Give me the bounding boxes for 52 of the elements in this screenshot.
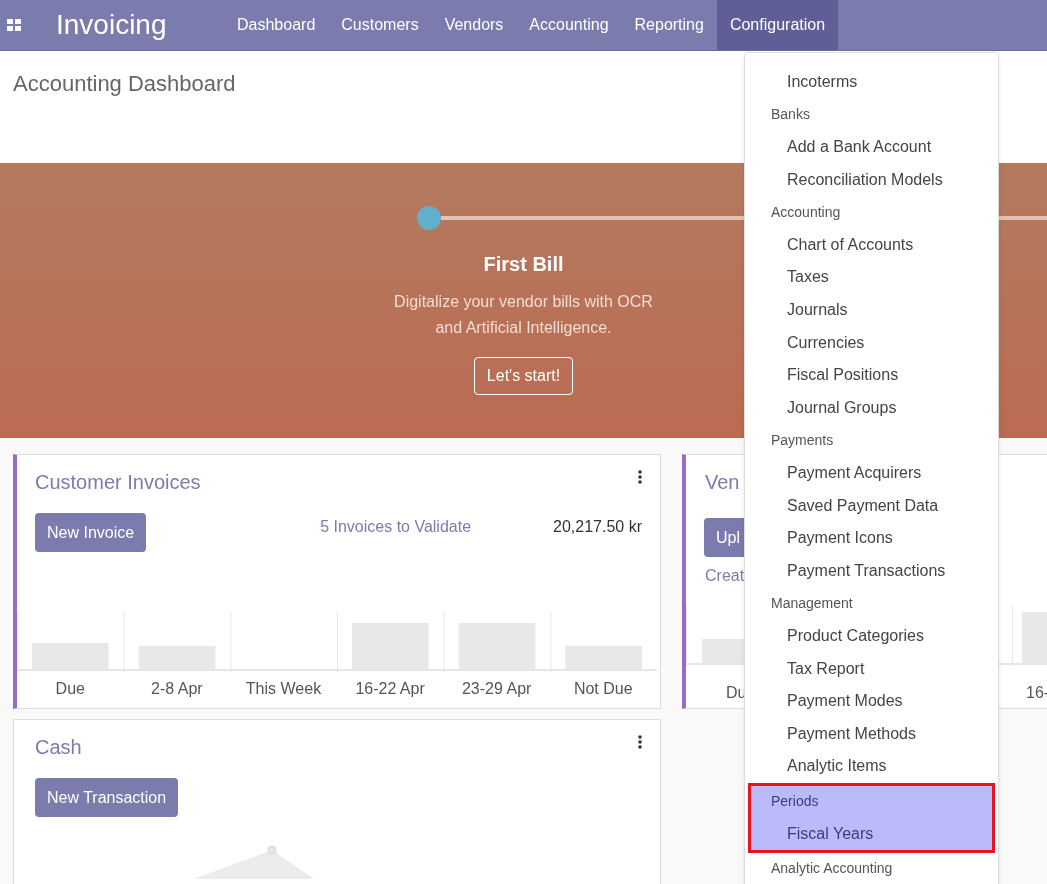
chart-label: 16-22 Apr <box>354 679 426 699</box>
chart-label: This Week <box>244 679 323 699</box>
menu-section-header: Analytic Accounting <box>770 859 894 879</box>
menu-item[interactable]: Saved Payment Data <box>745 489 998 522</box>
menu-item[interactable]: Journal Groups <box>745 391 998 425</box>
create-link[interactable]: Creat <box>705 564 745 588</box>
upload-button[interactable]: Upl <box>704 518 744 557</box>
nav-menu-item[interactable]: Dashboard <box>224 0 329 50</box>
menu-item[interactable]: Analytic Items <box>745 750 998 783</box>
nav-menu-item[interactable]: Accounting <box>516 0 622 50</box>
menu-item[interactable]: Journals <box>745 293 998 327</box>
menu-item[interactable]: Payment Icons <box>745 521 998 555</box>
page-title: Accounting Dashboard <box>13 70 236 98</box>
menu-item[interactable]: Chart of Accounts <box>745 228 998 262</box>
card-title: Ven <box>705 470 740 495</box>
menu-item[interactable]: Currencies <box>745 326 998 359</box>
menu-item[interactable]: Payment Methods <box>745 717 998 751</box>
app-title: Invoicing <box>56 8 168 42</box>
menu-item[interactable]: Taxes <box>745 261 998 294</box>
menu-section-header: Payments <box>770 430 835 450</box>
nav-menu-item[interactable]: Reporting <box>621 0 717 50</box>
step-description: Digitalize your vendor bills with OCR and Artificial Intelligence. <box>393 292 654 338</box>
menu-section-header: Banks <box>770 105 811 124</box>
menu-item[interactable]: Payment Acquirers <box>745 456 998 490</box>
new-transaction-button[interactable]: New Transaction <box>35 778 179 817</box>
menu-item[interactable]: Payment Modes <box>745 684 998 718</box>
lets-start-button[interactable]: Let's start! <box>473 357 574 395</box>
validate-invoices-link[interactable]: 5 Invoices to Validate <box>320 515 472 539</box>
menu-item[interactable]: Add a Bank Account <box>745 130 998 164</box>
more-options-icon[interactable] <box>638 470 642 484</box>
menu-section-header: Accounting <box>770 202 842 222</box>
chart-label: 2-8 Apr <box>150 679 204 699</box>
menu-item[interactable]: Tax Report <box>745 652 998 685</box>
chart-label: 23-29 Apr <box>460 679 533 699</box>
card-title: Cash <box>35 735 82 760</box>
nav-menu-item[interactable]: Configuration <box>716 0 839 50</box>
chart-label: Due <box>54 679 86 699</box>
nav-menu-item[interactable]: Vendors <box>431 0 517 50</box>
nav-menu-item[interactable]: Customers <box>328 0 432 50</box>
invoice-amount: 20,217.50 kr <box>553 517 642 537</box>
menu-item[interactable]: Reconciliation Models <box>745 163 998 196</box>
menu-item[interactable]: Fiscal Positions <box>745 358 998 392</box>
menu-item[interactable]: Payment Transactions <box>745 554 998 588</box>
more-options-icon[interactable] <box>638 735 642 749</box>
menu-item[interactable]: Incoterms <box>745 65 998 99</box>
new-invoice-button[interactable]: New Invoice <box>35 513 147 552</box>
step-title: First Bill <box>483 252 564 277</box>
apps-grid-icon[interactable] <box>7 19 21 31</box>
chart-label: Not Due <box>572 679 634 699</box>
menu-item[interactable]: Product Categories <box>745 619 998 653</box>
card-title: Customer Invoices <box>35 470 201 495</box>
menu-section-header: Management <box>770 593 854 613</box>
